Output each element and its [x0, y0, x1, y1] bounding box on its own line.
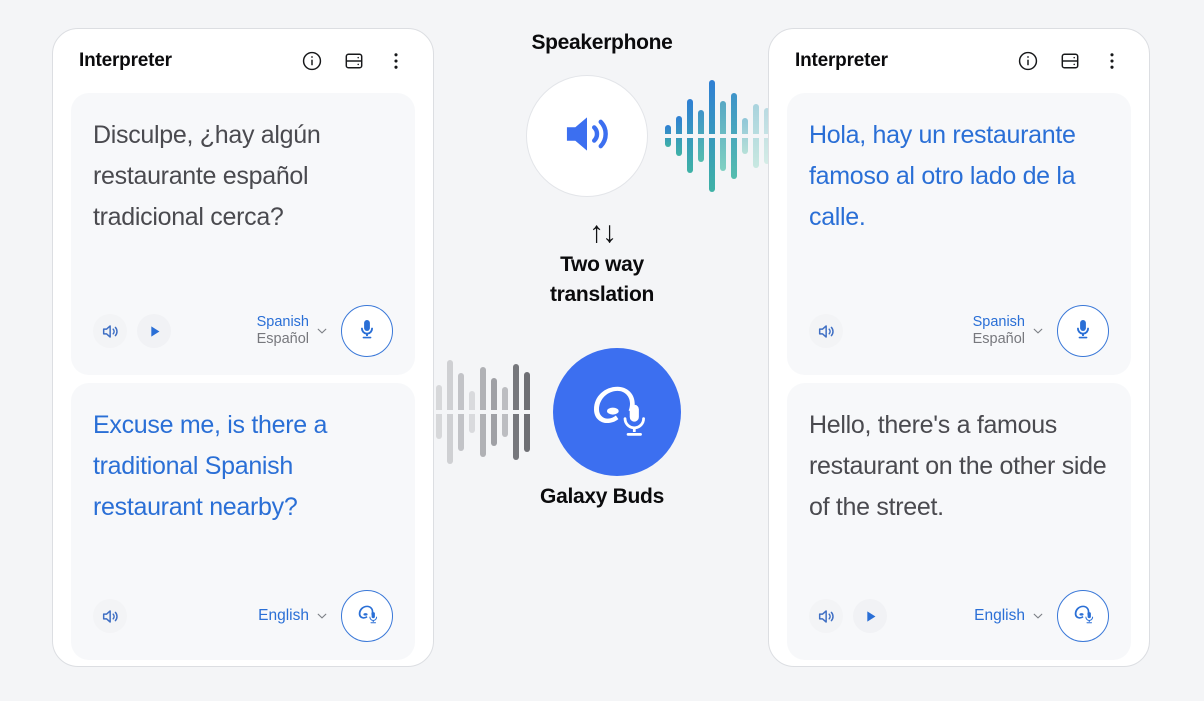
waveform-bar [436, 385, 442, 439]
card-footer: Spanish Español [93, 303, 393, 359]
two-way-line-2: translation [549, 283, 655, 306]
galaxy-buds-block: Galaxy Buds [434, 334, 770, 512]
language-selector[interactable]: Spanish Español [973, 314, 1045, 348]
microphone-button[interactable] [341, 305, 393, 357]
galaxy-buds-button[interactable] [1057, 590, 1109, 642]
left-phone-panel: Interpreter Disculpe, ¿hay algún restaur… [52, 28, 434, 667]
waveform-bar [665, 125, 671, 147]
waveform-bar [502, 387, 508, 437]
language-selector[interactable]: English [974, 607, 1045, 625]
language-selector[interactable]: Spanish Español [257, 314, 329, 348]
galaxy-buds-icon [354, 601, 380, 632]
waveform-bar [524, 372, 530, 452]
waveform-bar [480, 367, 486, 457]
more-options-icon[interactable] [1101, 50, 1123, 72]
left-panel-header: Interpreter [71, 29, 415, 93]
waveform-bar [731, 93, 737, 179]
message-text: Hola, hay un restaurante famoso al otro … [809, 121, 1076, 231]
message-text: Excuse me, is there a traditional Spanis… [93, 411, 328, 521]
microphone-icon [355, 317, 379, 346]
right-header-icon-group [1017, 50, 1123, 72]
playback-controls [93, 314, 171, 348]
left-header-icon-group [301, 50, 407, 72]
speaker-volume-icon [559, 106, 615, 167]
save-icon[interactable] [343, 50, 365, 72]
chevron-down-icon [317, 328, 327, 334]
waveform-blue [665, 72, 770, 200]
language-primary-label: English [258, 607, 309, 624]
language-primary-label: Spanish [256, 313, 309, 330]
microphone-icon [1071, 317, 1095, 346]
language-secondary-label: Español [972, 331, 1025, 347]
playback-controls [809, 599, 887, 633]
chevron-down-icon [317, 613, 327, 619]
waveform-bar [458, 373, 464, 451]
language-and-action: English [258, 590, 393, 642]
galaxy-buds-icon [581, 374, 653, 451]
info-icon[interactable] [301, 50, 323, 72]
two-way-line-1: Two way [560, 253, 644, 276]
waveform-bar [709, 80, 715, 192]
right-phone-panel: Interpreter Hola, hay un restaurante fam… [768, 28, 1150, 667]
speaker-icon[interactable] [809, 314, 843, 348]
language-and-action: English [974, 590, 1109, 642]
waveform-bar [491, 378, 497, 446]
waveform-bar [720, 101, 726, 171]
card-footer: English [93, 588, 393, 644]
waveform-bar [687, 99, 693, 173]
right-bottom-message-card: Hello, there's a famous restaurant on th… [787, 383, 1131, 660]
galaxy-buds-visual [434, 348, 770, 476]
speaker-icon[interactable] [93, 314, 127, 348]
card-footer: English [809, 588, 1109, 644]
left-bottom-message-card: Excuse me, is there a traditional Spanis… [71, 383, 415, 660]
card-footer: Spanish Español [809, 303, 1109, 359]
speakerphone-visual [434, 72, 770, 200]
interpreter-comparison-graphic: Interpreter Disculpe, ¿hay algún restaur… [0, 0, 1204, 701]
chevron-down-icon [1033, 613, 1043, 619]
waveform-bar [447, 360, 453, 464]
message-text: Disculpe, ¿hay algún restaurante español… [93, 121, 321, 231]
speakerphone-label: Speakerphone [531, 31, 673, 54]
language-primary-label: English [974, 607, 1025, 624]
waveform-bar [753, 104, 759, 168]
play-icon[interactable] [137, 314, 171, 348]
language-selector[interactable]: English [258, 607, 329, 625]
page-title: Interpreter [79, 50, 172, 71]
play-icon[interactable] [853, 599, 887, 633]
playback-controls [809, 314, 843, 348]
language-secondary-label: Español [256, 331, 309, 347]
language-primary-label: Spanish [972, 313, 1025, 330]
playback-controls [93, 599, 127, 633]
waveform-bar [698, 110, 704, 162]
galaxy-buds-button[interactable] [341, 590, 393, 642]
message-text: Hello, there's a famous restaurant on th… [809, 411, 1107, 521]
language-and-action: Spanish Español [973, 305, 1109, 357]
two-way-arrows-icon: ↑↓ [589, 216, 617, 249]
waveform-bar [513, 364, 519, 460]
info-icon[interactable] [1017, 50, 1039, 72]
left-top-message-card: Disculpe, ¿hay algún restaurante español… [71, 93, 415, 375]
more-options-icon[interactable] [385, 50, 407, 72]
waveform-gray [436, 348, 530, 476]
two-way-translation-block: ↑↓ Two way translation [550, 216, 654, 310]
save-icon[interactable] [1059, 50, 1081, 72]
language-and-action: Spanish Español [257, 305, 393, 357]
galaxy-buds-icon [1070, 601, 1096, 632]
waveform-bar [742, 118, 748, 154]
speaker-icon[interactable] [809, 599, 843, 633]
waveform-bar [676, 116, 682, 156]
microphone-button[interactable] [1057, 305, 1109, 357]
center-illustration-column: Speakerphone ↑↓ Two way translation Gala… [434, 28, 770, 667]
waveform-bar [469, 391, 475, 433]
chevron-down-icon [1033, 328, 1043, 334]
speaker-icon[interactable] [93, 599, 127, 633]
galaxy-buds-circle [553, 348, 681, 476]
page-title: Interpreter [795, 50, 888, 71]
galaxy-buds-label: Galaxy Buds [540, 485, 664, 508]
right-top-message-card: Hola, hay un restaurante famoso al otro … [787, 93, 1131, 375]
speakerphone-circle [526, 75, 648, 197]
right-panel-header: Interpreter [787, 29, 1131, 93]
